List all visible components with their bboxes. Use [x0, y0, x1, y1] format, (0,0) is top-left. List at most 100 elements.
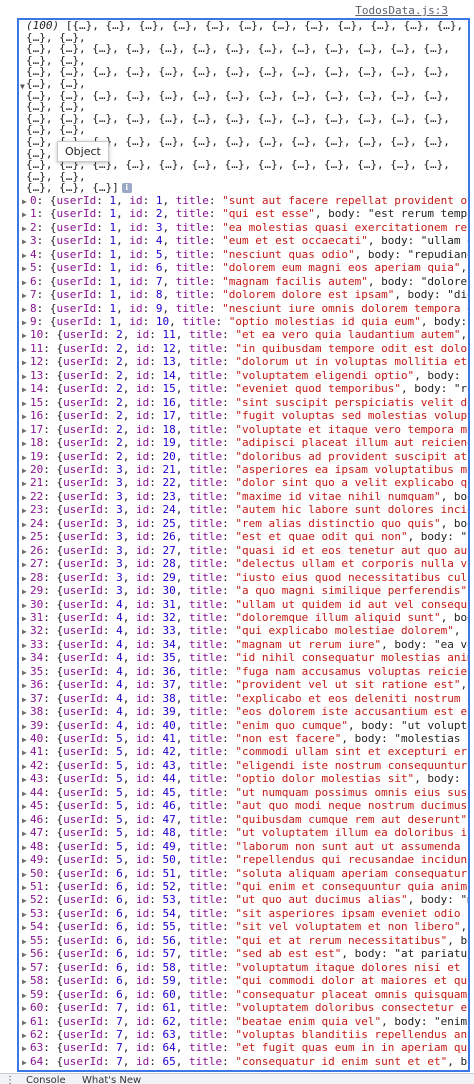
expand-triangle-icon[interactable]: ▶: [22, 908, 30, 920]
array-entry-row[interactable]: ▶ 14: {userId: 2, id: 15, title: "eveniet…: [19, 382, 468, 395]
array-entry-row[interactable]: ▶ 9: {userId: 1, id: 10, title: "optio mo…: [19, 315, 468, 328]
array-entry-row[interactable]: ▶ 8: {userId: 1, id: 9, title: "nesciunt …: [19, 302, 468, 315]
array-entry-row[interactable]: ▶ 40: {userId: 5, id: 41, title: "non est…: [19, 732, 468, 745]
expand-triangle-icon[interactable]: ▶: [22, 760, 30, 772]
array-entry-row[interactable]: ▶ 64: {userId: 7, id: 65, title: "consequ…: [19, 1055, 468, 1068]
array-entry-row[interactable]: ▶ 46: {userId: 5, id: 47, title: "quibusd…: [19, 813, 468, 826]
expand-triangle-icon[interactable]: ▶: [22, 262, 30, 274]
array-entry-row[interactable]: ▶ 5: {userId: 1, id: 6, title: "dolorem e…: [19, 261, 468, 274]
expand-triangle-icon[interactable]: ▶: [22, 881, 30, 893]
array-entry-row[interactable]: ▶ 47: {userId: 5, id: 48, title: "ut volu…: [19, 826, 468, 839]
array-entry-row[interactable]: ▶ 33: {userId: 4, id: 34, title: "magnam …: [19, 638, 468, 651]
array-entry-row[interactable]: ▶ 22: {userId: 3, id: 23, title: "maxime …: [19, 490, 468, 503]
array-entry-row[interactable]: ▶ 36: {userId: 4, id: 37, title: "provide…: [19, 678, 468, 691]
array-entry-row[interactable]: ▶ 38: {userId: 4, id: 39, title: "eos dol…: [19, 705, 468, 718]
array-entry-row[interactable]: ▶65: {userId: 7, id: 66, title: "repudia…: [19, 1068, 468, 1070]
array-entry-row[interactable]: ▶ 61: {userId: 7, id: 62, title: "beatae …: [19, 1015, 468, 1028]
expand-triangle-icon[interactable]: ▶: [22, 208, 30, 220]
expand-triangle-icon[interactable]: ▶: [22, 962, 30, 974]
array-entry-row[interactable]: ▶ 13: {userId: 2, id: 14, title: "volupta…: [19, 369, 468, 382]
expand-triangle-icon[interactable]: ▶: [22, 195, 30, 207]
array-entry-row[interactable]: ▶ 25: {userId: 3, id: 26, title: "est et …: [19, 530, 468, 543]
expand-triangle-icon[interactable]: ▶: [22, 989, 30, 1001]
array-entry-row[interactable]: ▶ 51: {userId: 6, id: 52, title: "qui eni…: [19, 880, 468, 893]
expand-triangle-icon[interactable]: ▶: [22, 693, 30, 705]
expand-triangle-icon[interactable]: ▶: [22, 545, 30, 557]
expand-triangle-icon[interactable]: ▶: [22, 948, 30, 960]
expand-triangle-icon[interactable]: ▶: [22, 356, 30, 368]
array-entry-row[interactable]: ▶ 20: {userId: 3, id: 21, title: "asperio…: [19, 463, 468, 476]
expand-triangle-icon[interactable]: ▶: [22, 558, 30, 570]
array-entry-row[interactable]: ▶ 23: {userId: 3, id: 24, title: "autem h…: [19, 503, 468, 516]
array-entry-row[interactable]: ▶ 2: {userId: 1, id: 3, title: "ea molest…: [19, 221, 468, 234]
array-entry-row[interactable]: ▶ 31: {userId: 4, id: 32, title: "dolorem…: [19, 611, 468, 624]
array-entry-row[interactable]: ▶ 55: {userId: 6, id: 56, title: "qui et …: [19, 934, 468, 947]
array-entry-row[interactable]: ▶ 45: {userId: 5, id: 46, title: "aut quo…: [19, 799, 468, 812]
expand-triangle-icon[interactable]: ▶: [22, 491, 30, 503]
array-entry-row[interactable]: ▶ 60: {userId: 7, id: 61, title: "volupta…: [19, 1001, 468, 1014]
array-entry-row[interactable]: ▶ 26: {userId: 3, id: 27, title: "quasi i…: [19, 544, 468, 557]
array-entry-row[interactable]: ▶ 59: {userId: 6, id: 60, title: "consequ…: [19, 988, 468, 1001]
array-entry-row[interactable]: ▶ 4: {userId: 1, id: 5, title: "nesciunt …: [19, 248, 468, 261]
array-entry-row[interactable]: ▶ 34: {userId: 4, id: 35, title: "id nihi…: [19, 651, 468, 664]
expand-triangle-icon[interactable]: ▶: [22, 868, 30, 880]
expand-triangle-icon[interactable]: ▶: [22, 935, 30, 947]
array-entry-row[interactable]: ▶ 21: {userId: 3, id: 22, title: "dolor s…: [19, 476, 468, 489]
expand-triangle-icon[interactable]: ▶: [22, 827, 30, 839]
source-link[interactable]: TodosData.js:3: [355, 4, 448, 17]
array-entry-row[interactable]: ▶ 3: {userId: 1, id: 4, title: "eum et es…: [19, 234, 468, 247]
expand-triangle-icon[interactable]: ▶: [22, 235, 30, 247]
array-entry-row[interactable]: ▶ 16: {userId: 2, id: 17, title: "fugit v…: [19, 409, 468, 422]
expand-triangle-icon[interactable]: ▶: [22, 706, 30, 718]
expand-triangle-icon[interactable]: ▶: [22, 370, 30, 382]
expand-triangle-icon[interactable]: ▶: [22, 437, 30, 449]
array-entry-row[interactable]: ▶ 41: {userId: 5, id: 42, title: "commodi…: [19, 745, 468, 758]
array-entry-row[interactable]: ▶ 12: {userId: 2, id: 13, title: "dolorum…: [19, 355, 468, 368]
array-entry-row[interactable]: ▶ 44: {userId: 5, id: 45, title: "ut numq…: [19, 786, 468, 799]
expand-triangle-icon[interactable]: ▶: [22, 1029, 30, 1041]
expand-triangle-icon[interactable]: ▶: [22, 639, 30, 651]
array-entry-row[interactable]: ▶ 49: {userId: 5, id: 50, title: "repelle…: [19, 853, 468, 866]
expand-triangle-icon[interactable]: ▶: [22, 773, 30, 785]
expand-triangle-icon[interactable]: ▶: [22, 222, 30, 234]
array-entry-row[interactable]: ▶ 7: {userId: 1, id: 8, title: "dolorem d…: [19, 288, 468, 301]
array-entry-row[interactable]: ▶ 11: {userId: 2, id: 12, title: "in quib…: [19, 342, 468, 355]
info-icon[interactable]: i: [121, 183, 132, 194]
array-entry-row[interactable]: ▶ 24: {userId: 3, id: 25, title: "rem ali…: [19, 517, 468, 530]
expand-triangle-icon[interactable]: ▶: [22, 625, 30, 637]
expand-triangle-icon[interactable]: ▶: [22, 854, 30, 866]
array-entry-row[interactable]: ▶ 52: {userId: 6, id: 53, title: "ut quo …: [19, 893, 468, 906]
array-entry-row[interactable]: ▶ 15: {userId: 2, id: 16, title: "sint su…: [19, 396, 468, 409]
expand-triangle-icon[interactable]: ▶: [22, 518, 30, 530]
array-entry-row[interactable]: ▶ 57: {userId: 6, id: 58, title: "volupta…: [19, 961, 468, 974]
expand-triangle-icon[interactable]: ▶: [22, 531, 30, 543]
expand-triangle-icon[interactable]: ▶: [22, 329, 30, 341]
expand-triangle-icon[interactable]: ▶: [22, 276, 30, 288]
expand-triangle-icon[interactable]: ▶: [22, 572, 30, 584]
expand-triangle-icon[interactable]: ▶: [22, 303, 30, 315]
expand-triangle-icon[interactable]: ▶: [22, 451, 30, 463]
array-summary[interactable]: (100) [{…}, {…}, {…}, {…}, {…}, {…}, {…}…: [19, 20, 468, 194]
expand-triangle-icon[interactable]: ▶: [22, 787, 30, 799]
array-entry-row[interactable]: ▶ 56: {userId: 6, id: 57, title: "sed ab …: [19, 947, 468, 960]
array-entry-row[interactable]: ▶ 39: {userId: 4, id: 40, title: "enim qu…: [19, 719, 468, 732]
expand-triangle-icon[interactable]: ▶: [22, 652, 30, 664]
expand-triangle-icon[interactable]: ▶: [22, 316, 30, 328]
expand-triangle-icon[interactable]: ▶: [22, 746, 30, 758]
array-entry-row[interactable]: ▶ 19: {userId: 2, id: 20, title: "dolorib…: [19, 450, 468, 463]
expand-triangle-icon[interactable]: ▶: [22, 1056, 30, 1068]
array-entry-row[interactable]: ▶ 28: {userId: 3, id: 29, title: "iusto e…: [19, 571, 468, 584]
array-entry-row[interactable]: ▶ 30: {userId: 4, id: 31, title: "ullam u…: [19, 598, 468, 611]
array-entry-row[interactable]: ▶ 32: {userId: 4, id: 33, title: "qui exp…: [19, 624, 468, 637]
expand-triangle-icon[interactable]: ▶: [22, 921, 30, 933]
array-expand-icon[interactable]: ▼: [20, 82, 25, 91]
array-entry-row[interactable]: ▶ 42: {userId: 5, id: 43, title: "eligend…: [19, 759, 468, 772]
expand-triangle-icon[interactable]: ▶: [22, 249, 30, 261]
array-entry-row[interactable]: ▶ 35: {userId: 4, id: 36, title: "fuga na…: [19, 665, 468, 678]
expand-triangle-icon[interactable]: ▶: [22, 1069, 30, 1070]
expand-triangle-icon[interactable]: ▶: [22, 894, 30, 906]
array-entry-row[interactable]: ▶ 62: {userId: 7, id: 63, title: "volupta…: [19, 1028, 468, 1041]
expand-triangle-icon[interactable]: ▶: [22, 585, 30, 597]
array-entry-row[interactable]: ▶ 48: {userId: 5, id: 49, title: "laborum…: [19, 840, 468, 853]
array-entry-row[interactable]: ▶ 0: {userId: 1, id: 1, title: "sunt aut …: [19, 194, 468, 207]
